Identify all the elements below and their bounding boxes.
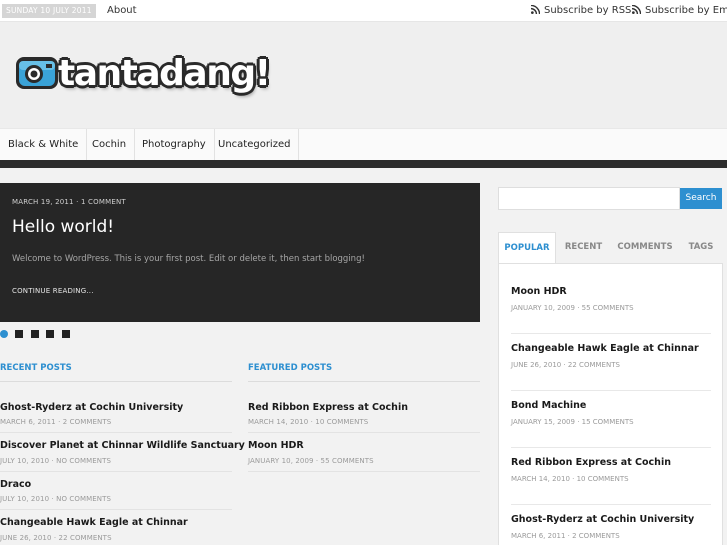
recent-post-meta: JUNE 26, 2010 · 22 COMMENTS [0,534,112,542]
popular-post-meta: MARCH 6, 2011 · 2 COMMENTS [511,532,620,540]
recent-post-title[interactable]: Draco [0,479,31,490]
nav-item-uncategorized[interactable]: Uncategorized [210,129,300,161]
slider-title[interactable]: Hello world! [12,217,114,237]
search-button[interactable]: Search [680,188,722,209]
recent-posts-heading: RECENT POSTS [0,363,72,373]
subscribe-email-link[interactable]: Subscribe by Email [632,5,727,16]
featured-post-meta: JANUARY 10, 2009 · 55 COMMENTS [248,457,374,465]
rss-icon [632,5,641,14]
popular-post-meta: MARCH 14, 2010 · 10 COMMENTS [511,475,629,483]
popular-post-title[interactable]: Ghost-Ryderz at Cochin University [511,514,694,525]
post-divider [511,390,711,391]
slider-dot-1[interactable] [0,330,8,338]
post-divider [248,432,480,433]
date-badge: SUNDAY 10 JULY 2011 [2,4,96,18]
popular-post-title[interactable]: Moon HDR [511,286,567,297]
slider-dot-2[interactable] [15,330,23,338]
recent-post-title[interactable]: Changeable Hawk Eagle at Chinnar [0,517,188,528]
slider-excerpt: Welcome to WordPress. This is your first… [12,254,365,264]
about-link[interactable]: About [107,5,137,16]
search-input[interactable] [498,187,680,210]
nav-divider [0,160,727,168]
featured-post-meta: MARCH 14, 2010 · 10 COMMENTS [248,418,369,426]
featured-slider: MARCH 19, 2011 · 1 COMMENT Hello world! … [0,183,480,322]
popular-post-title[interactable]: Red Ribbon Express at Cochin [511,457,671,468]
popular-post-meta: JUNE 26, 2010 · 22 COMMENTS [511,361,620,369]
tab-popular[interactable]: POPULAR [498,232,556,264]
sidebar-tabs: POPULAR RECENT COMMENTS TAGS [498,232,723,264]
nav-item-cochin[interactable]: Cochin [84,129,136,161]
recent-post-meta: JULY 10, 2010 · NO COMMENTS [0,457,112,465]
featured-post-title[interactable]: Moon HDR [248,440,304,451]
post-divider [511,333,711,334]
popular-post-meta: JANUARY 15, 2009 · 15 COMMENTS [511,418,634,426]
recent-post-meta: JULY 10, 2010 · NO COMMENTS [0,495,112,503]
subscribe-rss-link[interactable]: Subscribe by RSS [531,5,631,16]
featured-posts-heading: FEATURED POSTS [248,363,333,373]
post-divider [0,471,232,472]
tab-tags[interactable]: TAGS [679,232,723,264]
post-divider [511,447,711,448]
recent-post-title[interactable]: Discover Planet at Chinnar Wildlife Sanc… [0,440,245,451]
tab-recent[interactable]: RECENT [556,232,611,264]
popular-posts-panel: Moon HDR JANUARY 10, 2009 · 55 COMMENTS … [498,263,723,545]
slider-meta: MARCH 19, 2011 · 1 COMMENT [12,198,126,206]
post-divider [511,504,711,505]
post-divider [0,509,232,510]
slider-dot-5[interactable] [62,330,70,338]
recent-post-title[interactable]: Ghost-Ryderz at Cochin University [0,402,183,413]
top-bar: SUNDAY 10 JULY 2011 About Subscribe by R… [0,0,727,22]
tab-comments[interactable]: COMMENTS [611,232,679,264]
post-divider [0,432,232,433]
recent-post-meta: MARCH 6, 2011 · 2 COMMENTS [0,418,112,426]
camera-icon[interactable] [14,55,60,91]
nav-item-black-white[interactable]: Black & White [0,129,88,161]
popular-post-title[interactable]: Changeable Hawk Eagle at Chinnar [511,343,699,354]
main-nav: Black & White Cochin Photography Uncateg… [0,128,727,161]
popular-post-meta: JANUARY 10, 2009 · 55 COMMENTS [511,304,634,312]
slider-dot-3[interactable] [31,330,39,338]
popular-post-title[interactable]: Bond Machine [511,400,586,411]
continue-reading-link[interactable]: CONTINUE READING... [12,287,94,295]
featured-posts-rule [248,381,480,382]
site-header: tantadang! [0,22,727,128]
featured-post-title[interactable]: Red Ribbon Express at Cochin [248,402,408,413]
subscribe-email-label: Subscribe by Email [645,5,727,16]
nav-item-photography[interactable]: Photography [134,129,215,161]
site-logo[interactable]: tantadang! [58,52,271,96]
post-divider [248,471,480,472]
subscribe-rss-label: Subscribe by RSS [544,5,632,16]
rss-icon [531,5,540,14]
slider-dot-4[interactable] [46,330,54,338]
recent-posts-rule [0,381,232,382]
